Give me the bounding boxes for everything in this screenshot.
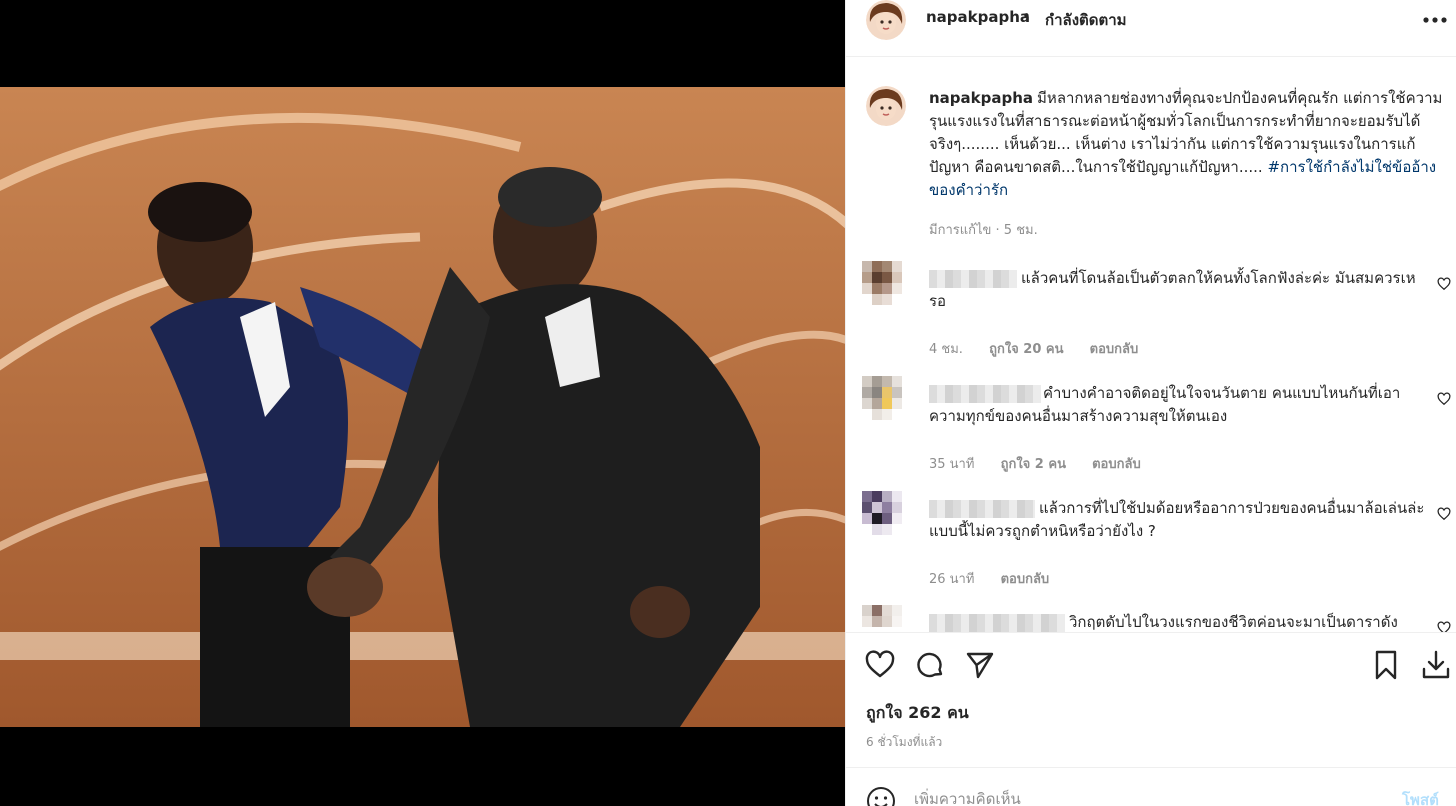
reply-button[interactable]: ตอบกลับ <box>1090 342 1139 357</box>
comment-body: วิกฤตดับไปในวงแรกของชีวิตค่อนจะมาเป็นดาร… <box>1069 613 1398 631</box>
blurred-username[interactable] <box>929 384 1041 403</box>
commenter-avatar[interactable] <box>862 376 902 420</box>
blurred-username[interactable] <box>929 613 1065 632</box>
share-send-icon[interactable] <box>964 649 996 681</box>
commenter-avatar[interactable] <box>862 261 902 305</box>
post-side-panel: napakpapha • กำลังติดตาม napakpapha มีหล… <box>845 0 1456 806</box>
more-options-icon[interactable] <box>1420 16 1450 24</box>
commenter-avatar[interactable] <box>862 491 902 535</box>
comment-likes[interactable]: ถูกใจ 2 คน <box>1001 457 1066 472</box>
comment-time[interactable]: 26 นาที <box>929 572 974 587</box>
reply-button[interactable]: ตอบกลับ <box>1001 572 1050 587</box>
caption-username[interactable]: napakpapha <box>929 89 1033 107</box>
comment-like-heart-icon[interactable] <box>1437 392 1451 406</box>
post-actions: ถูกใจ 262 คน 6 ชั่วโมงที่แล้ว <box>846 633 1456 768</box>
caption-avatar[interactable] <box>866 86 906 126</box>
save-bookmark-icon[interactable] <box>1370 649 1402 681</box>
blurred-username[interactable] <box>929 269 1017 288</box>
following-button[interactable]: กำลังติดตาม <box>1045 8 1127 32</box>
comment-bubble-icon[interactable] <box>914 649 946 681</box>
author-avatar[interactable] <box>866 0 906 40</box>
add-comment-bar: โพสต์ <box>846 768 1456 806</box>
comment-input[interactable] <box>914 784 1374 806</box>
caption-meta: มีการแก้ไข · 5 ชม. <box>929 223 1038 238</box>
comment-likes[interactable]: ถูกใจ 20 คน <box>989 342 1063 357</box>
download-icon[interactable] <box>1420 649 1452 681</box>
comment-like-heart-icon[interactable] <box>1437 621 1451 633</box>
emoji-icon[interactable] <box>866 786 896 806</box>
post-header: napakpapha • กำลังติดตาม <box>846 0 1456 57</box>
comment-meta: 26 นาที ตอบกลับ <box>929 568 1071 589</box>
comments-list[interactable]: napakpapha มีหลากหลายช่องทางที่คุณจะปกป้อ… <box>846 57 1456 633</box>
comment-text: วิกฤตดับไปในวงแรกของชีวิตค่อนจะมาเป็นดาร… <box>929 611 1429 632</box>
comment-time[interactable]: 35 นาที <box>929 457 974 472</box>
commenter-avatar[interactable] <box>862 605 902 632</box>
comment-meta: 4 ชม. ถูกใจ 20 คน ตอบกลับ <box>929 338 1160 359</box>
post-photo[interactable] <box>0 87 845 727</box>
comment-time[interactable]: 4 ชม. <box>929 342 963 357</box>
post-comment-button[interactable]: โพสต์ <box>1402 788 1439 806</box>
post-timestamp[interactable]: 6 ชั่วโมงที่แล้ว <box>866 733 942 752</box>
post-media <box>0 0 845 806</box>
blurred-username[interactable] <box>929 499 1035 518</box>
likes-count[interactable]: ถูกใจ 262 คน <box>866 701 969 726</box>
like-heart-icon[interactable] <box>864 649 896 681</box>
comment-text: คำบางคำอาจติดอยู่ในใจจนวันตาย คนแบบไหนกั… <box>929 382 1429 428</box>
comment-meta: 35 นาที ถูกใจ 2 คน ตอบกลับ <box>929 453 1163 474</box>
comment-text: แล้วคนที่โดนล้อเป็นตัวตลกให้คนทั้งโลกฟัง… <box>929 267 1429 313</box>
comment-like-heart-icon[interactable] <box>1437 507 1451 521</box>
comment-like-heart-icon[interactable] <box>1437 277 1451 291</box>
header-separator: • <box>1022 7 1031 25</box>
post-photo-illustration <box>0 87 845 727</box>
author-username[interactable]: napakpapha <box>926 8 1030 26</box>
comment-text: แล้วการที่ไปใช้ปมด้อยหรืออาการป่วยของคนอ… <box>929 497 1429 543</box>
caption-text: napakpapha มีหลากหลายช่องทางที่คุณจะปกป้อ… <box>929 87 1449 202</box>
reply-button[interactable]: ตอบกลับ <box>1092 457 1141 472</box>
